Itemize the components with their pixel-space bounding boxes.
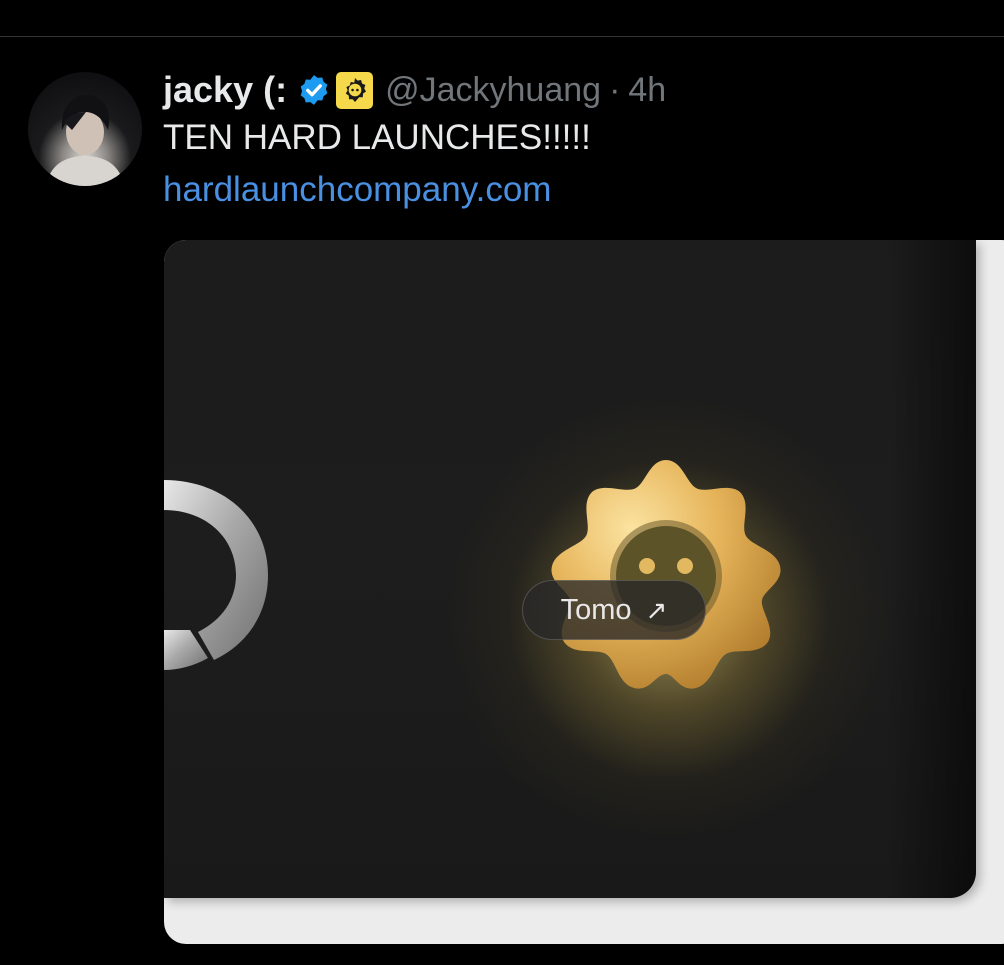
tomo-gold-gear-icon xyxy=(551,460,781,689)
media-preview: Tomo ↗ xyxy=(164,240,976,898)
arrow-up-right-icon: ↗ xyxy=(645,594,668,625)
display-name[interactable]: jacky (: xyxy=(163,69,287,111)
tweet-text: TEN HARD LAUNCHES!!!!! xyxy=(163,118,591,157)
tomo-gear-icon xyxy=(345,78,366,102)
verified-badge-icon xyxy=(300,75,328,105)
avatar-photo xyxy=(46,94,124,186)
tweet-header: jacky (: @Jackyhuang · 4h xyxy=(163,68,666,112)
top-divider xyxy=(0,36,1004,37)
affiliate-badge-icon[interactable] xyxy=(336,71,374,109)
tweet-link[interactable]: hardlaunchcompany.com xyxy=(163,170,551,210)
separator-dot: · xyxy=(609,70,621,109)
tomo-chip-label: Tomo xyxy=(560,593,632,626)
edge-shadow xyxy=(886,240,976,898)
avatar[interactable] xyxy=(28,72,142,186)
user-handle[interactable]: @Jackyhuang xyxy=(385,71,601,110)
media-card[interactable]: Tomo ↗ xyxy=(164,240,1004,944)
timestamp[interactable]: 4h xyxy=(628,71,666,110)
silver-ring-logo-icon xyxy=(164,480,268,670)
tomo-link-chip[interactable]: Tomo ↗ xyxy=(522,580,706,640)
